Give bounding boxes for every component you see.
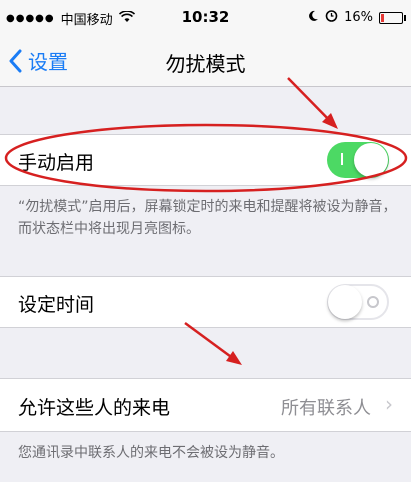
allow-calls-label: 允许这些人的来电 bbox=[18, 397, 171, 419]
manual-toggle[interactable] bbox=[327, 142, 389, 178]
page-title: 勿扰模式 bbox=[165, 52, 246, 76]
manual-footnote: “勿扰模式”启用后，屏幕锁定时的来电和提醒将被设为静音，而状态栏中将出现月亮图标… bbox=[18, 199, 397, 237]
annotation-arrow-bottom bbox=[184, 321, 239, 364]
status-bar: ●●●●● 中国移动 10:32 16% bbox=[0, 0, 411, 36]
manual-cell: 手动启用 bbox=[0, 134, 411, 186]
scheduled-cell: 设定时间 bbox=[0, 276, 411, 328]
moon-icon bbox=[307, 10, 319, 26]
status-right: 16% bbox=[307, 9, 406, 26]
annotation-arrowhead-top bbox=[322, 113, 338, 129]
allow-calls-footnote: 您通讯录中联系人的来电不会被设为静音。 bbox=[18, 445, 284, 461]
scheduled-label: 设定时间 bbox=[18, 294, 95, 316]
battery-percent: 16% bbox=[344, 10, 373, 25]
toggle-knob bbox=[328, 285, 362, 319]
alarm-clock-icon bbox=[325, 9, 338, 26]
toggle-knob bbox=[354, 143, 388, 177]
allow-calls-cell[interactable]: 允许这些人的来电 所有联系人 › bbox=[0, 378, 411, 432]
scheduled-toggle[interactable] bbox=[327, 284, 389, 320]
manual-label: 手动启用 bbox=[18, 152, 95, 174]
navigation-bar: 设置 勿扰模式 bbox=[0, 36, 411, 87]
chevron-right-icon: › bbox=[385, 392, 393, 416]
toggle-off-mark bbox=[367, 296, 379, 308]
annotation-arrowhead-bottom bbox=[226, 351, 242, 365]
toggle-on-mark bbox=[341, 153, 343, 165]
battery-level bbox=[381, 13, 384, 22]
battery-icon bbox=[379, 11, 406, 24]
allow-calls-value: 所有联系人 bbox=[281, 398, 371, 419]
